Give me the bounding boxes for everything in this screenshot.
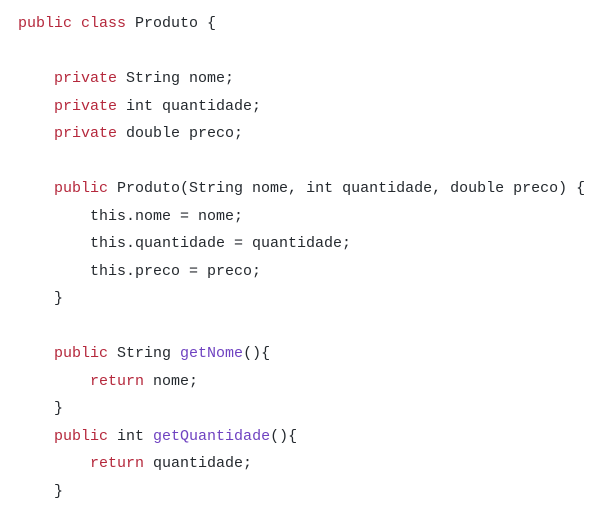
code-text: (){ [243,345,271,362]
code-keyword: private [54,97,118,115]
code-text: Produto { [126,15,217,32]
code-keyword: return [90,372,145,390]
code-line: } [18,285,585,313]
code-text: nome; [144,372,199,390]
code-text: } [18,290,64,307]
code-keyword: return [90,455,145,472]
code-text: int [108,427,154,445]
code-line: private int quantidade; [18,93,585,121]
code-keyword: public [54,180,109,197]
code-text: (){ [270,427,298,445]
code-line: } [18,478,585,506]
code-line: this.quantidade = quantidade; [18,230,585,258]
code-text: String nome; [117,70,235,87]
code-line: public Produto(String nome, int quantida… [18,175,585,203]
code-block: public class Produto { private String no… [18,10,585,505]
code-keyword: public [54,345,109,362]
code-text: double preco; [117,125,244,142]
code-function-name: getQuantidade [153,427,271,445]
code-text: String [108,345,181,362]
code-line: this.preco = preco; [18,258,585,286]
code-keyword: public [54,427,109,445]
code-text: this.quantidade = quantidade; [18,235,352,252]
code-text: } [18,400,64,417]
code-text: this.nome = nome; [18,207,244,225]
code-line: return nome; [18,368,585,396]
code-text: this.preco = preco; [18,262,262,280]
code-text: quantidade; [144,455,253,472]
code-keyword: public class [18,15,127,32]
code-text: } [18,482,64,500]
code-line: public String getNome(){ [18,340,585,368]
code-line: this.nome = nome; [18,203,585,231]
code-keyword: private [54,70,118,87]
code-line: private double preco; [18,120,585,148]
code-line: public class Produto { [18,10,585,38]
code-line: return quantidade; [18,450,585,478]
code-function-name: getNome [180,345,244,362]
code-text: Produto(String nome, int quantidade, dou… [108,180,586,197]
code-text: int quantidade; [117,97,262,115]
code-keyword: private [54,125,118,142]
code-line: } [18,395,585,423]
code-line: private String nome; [18,65,585,93]
code-line: public int getQuantidade(){ [18,423,585,451]
